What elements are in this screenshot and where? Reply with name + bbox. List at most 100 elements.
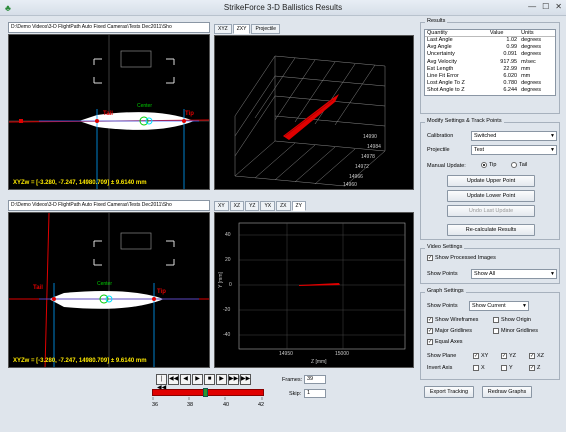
play-button[interactable]: ▶: [192, 374, 203, 385]
value-cell: 0.99: [506, 44, 518, 51]
quantity-cell: Avg Angle: [427, 44, 452, 51]
tab-xyz[interactable]: XYZ: [214, 24, 232, 34]
tip-radio[interactable]: Tip: [481, 162, 496, 168]
redraw-graphs-button[interactable]: Redraw Graphs: [482, 386, 532, 398]
slider-tick-marks: [152, 397, 263, 400]
tab-projectile[interactable]: Projectile: [251, 24, 281, 34]
invert-y-checkbox[interactable]: Y: [501, 365, 513, 371]
slider-thumb[interactable]: [203, 388, 208, 397]
show-wireframes-checkbox[interactable]: ✓ Show Wireframes: [427, 317, 478, 323]
close-button[interactable]: ✕: [555, 2, 562, 11]
rewind-button[interactable]: ◀◀: [168, 374, 179, 385]
plot-2d[interactable]: 40 20 0 -20 -40 14950 15000 Z [mm] Y [mm…: [214, 212, 414, 368]
maximize-button[interactable]: ☐: [542, 2, 549, 11]
recalculate-results-button[interactable]: Re-calculate Results: [447, 224, 535, 236]
camera-2-readout: XYZw = [-3.280, -7.247, 14980.709] ± 9.6…: [13, 358, 147, 364]
projectile-label: Projectile: [427, 147, 450, 153]
y-tick-label: -20: [223, 307, 231, 313]
tab-zy[interactable]: ZY: [291, 201, 306, 211]
checkbox-box: [501, 365, 507, 371]
graph-show-points-select[interactable]: Show Current ▼: [469, 301, 529, 311]
table-row: Avg Angle 0.99 degrees: [425, 44, 555, 51]
plane-yz-checkbox[interactable]: ✓ YZ: [501, 353, 516, 359]
units-cell: degrees: [521, 87, 541, 94]
tab-zxy[interactable]: ZXY: [232, 24, 251, 34]
checkbox-box: [493, 317, 499, 323]
radio-indicator: [481, 162, 487, 168]
tab-zx[interactable]: ZX: [276, 201, 291, 211]
step-forward-button[interactable]: ▶: [216, 374, 227, 385]
last-frame-button[interactable]: ▶▶|: [228, 374, 240, 385]
first-frame-button[interactable]: |◀◀: [156, 374, 167, 391]
projectile-value: Test: [474, 147, 485, 153]
video-settings-label: Video Settings: [425, 244, 465, 250]
step-back-button[interactable]: ◀: [180, 374, 191, 385]
chevron-down-icon: ▼: [550, 271, 555, 277]
results-label: Results: [425, 18, 448, 24]
tab-xz[interactable]: XZ: [229, 201, 245, 211]
invert-z-checkbox[interactable]: ✓ Z: [529, 365, 540, 371]
show-processed-images-checkbox[interactable]: ✓ Show Processed Images: [427, 255, 496, 261]
stop-button[interactable]: ■: [204, 374, 215, 385]
table-row: Last Angle 1.02 degrees: [425, 37, 555, 45]
frames-input[interactable]: 39: [304, 375, 326, 384]
calibration-label: Calibration: [427, 133, 454, 139]
show-plane-label: Show Plane: [427, 353, 457, 359]
plane-xz-label: XZ: [537, 353, 545, 359]
equal-axes-checkbox[interactable]: ✓ Equal Axes: [427, 339, 463, 345]
slider-tick-label: 42: [258, 402, 265, 408]
checkmark-icon: ✓: [501, 353, 507, 359]
major-gridlines-checkbox[interactable]: ✓ Major Gridlines: [427, 328, 472, 334]
table-row: Uncertainty 0.091 degrees: [425, 51, 555, 58]
table-row: Shot Angle to Z 6.244 degrees: [425, 87, 555, 94]
update-lower-point-button[interactable]: Update Lower Point: [447, 190, 535, 202]
tail-marker-label: Tail: [33, 285, 43, 291]
plot-3d[interactable]: 14990 14984 14978 14972 14966 14960: [214, 35, 414, 190]
quantity-cell: Last Angle: [427, 37, 453, 43]
value-cell: 1.02: [506, 37, 518, 43]
checkmark-icon: ✓: [529, 353, 535, 359]
modify-settings-group: Modify Settings & Track Points Calibrati…: [420, 118, 560, 240]
plane-xy-checkbox[interactable]: ✓ XY: [473, 353, 488, 359]
undo-last-update-button[interactable]: Undo Last Update: [447, 205, 535, 217]
minor-gridlines-checkbox[interactable]: Minor Gridlines: [493, 328, 538, 334]
tick-label: 14978: [361, 154, 375, 160]
plane-xz-checkbox[interactable]: ✓ XZ: [529, 353, 544, 359]
camera-1-title: D:\Demo Videos\3-D FlightPath Auto Fixed…: [8, 22, 210, 33]
graph-settings-group: Graph Settings Show Points Show Current …: [420, 288, 560, 380]
video-show-points-select[interactable]: Show All ▼: [471, 269, 557, 279]
camera-1-view[interactable]: Tail Tip Center XYZw = [-3.280, -7.247, …: [8, 34, 210, 190]
skip-input[interactable]: 1: [304, 389, 326, 398]
quantity-cell: Avg Velocity: [427, 58, 457, 65]
x-tick-label: 15000: [335, 351, 349, 357]
calibration-value: Switched: [474, 133, 497, 139]
tab-yx[interactable]: YX: [260, 201, 276, 211]
units-cell: degrees: [521, 44, 541, 51]
invert-x-checkbox[interactable]: X: [473, 365, 485, 371]
update-upper-point-button[interactable]: Update Upper Point: [447, 175, 535, 187]
show-origin-checkbox[interactable]: Show Origin: [493, 317, 531, 323]
tail-radio[interactable]: Tail: [511, 162, 527, 168]
camera-1-readout: XYZw = [-3.280, -7.247, 14980.709] ± 9.6…: [13, 180, 147, 186]
tick-label: 14960: [343, 182, 357, 188]
y-tick-label: 40: [225, 232, 231, 238]
projectile-select[interactable]: Test ▼: [471, 145, 557, 155]
table-row: Lost Angle To Z 0.780 degrees: [425, 80, 555, 87]
fast-forward-button[interactable]: ▶▶: [240, 374, 251, 385]
tab-xy[interactable]: XY: [214, 201, 229, 211]
export-tracking-button[interactable]: Export Tracking: [424, 386, 474, 398]
y-tick-label: 0: [229, 282, 232, 288]
tip-radio-label: Tip: [489, 162, 497, 168]
tip-marker-label: Tip: [157, 289, 166, 295]
tick-label: 14984: [367, 144, 381, 150]
window-title: StrikeForce 3-D Ballistics Results: [223, 3, 343, 12]
show-wireframes-label: Show Wireframes: [435, 317, 479, 323]
invert-z-label: Z: [537, 365, 541, 371]
frame-slider[interactable]: [152, 388, 264, 397]
camera-2-view[interactable]: Tail Tip Center XYZw = [-3.280, -7.247, …: [8, 212, 210, 368]
minimize-button[interactable]: —: [528, 2, 536, 11]
y-tick-label: -40: [223, 332, 231, 338]
tab-yz[interactable]: YZ: [245, 201, 260, 211]
calibration-select[interactable]: Switched ▼: [471, 131, 557, 141]
show-processed-images-label: Show Processed Images: [435, 255, 496, 261]
